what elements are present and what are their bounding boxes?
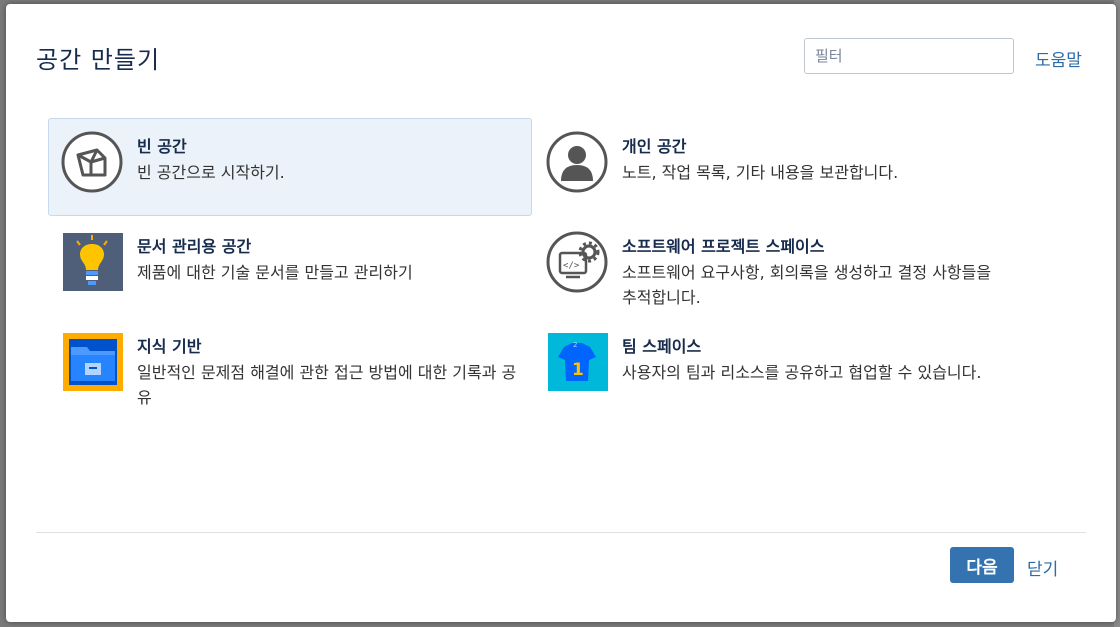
space-option-personal[interactable]: 개인 공간 노트, 작업 목록, 기타 내용을 보관합니다. (533, 118, 1017, 216)
footer-divider (36, 532, 1086, 533)
space-option-desc: 제품에 대한 기술 문서를 만들고 관리하기 (137, 263, 413, 282)
space-option-desc: 빈 공간으로 시작하기. (137, 163, 285, 182)
knowledge-base-icon (61, 331, 123, 393)
help-link[interactable]: 도움말 (1035, 46, 1082, 71)
team-space-icon: 1 2 (546, 331, 608, 393)
dialog-title: 공간 만들기 (36, 46, 161, 74)
personal-space-icon (546, 131, 608, 193)
space-option-desc: 노트, 작업 목록, 기타 내용을 보관합니다. (622, 163, 899, 182)
space-option-team[interactable]: 1 2 팀 스페이스 사용자의 팀과 리소스를 공유하고 협업할 수 있습니다. (533, 318, 1017, 416)
space-option-name: 소프트웨어 프로젝트 스페이스 (622, 237, 825, 256)
svg-text:</>: </> (563, 261, 580, 271)
space-option-name: 팀 스페이스 (622, 337, 702, 356)
space-option-name: 지식 기반 (137, 337, 202, 356)
close-link[interactable]: 닫기 (1027, 555, 1058, 580)
space-option-name: 문서 관리용 공간 (137, 237, 252, 256)
space-option-name: 빈 공간 (137, 137, 187, 156)
space-option-name: 개인 공간 (622, 137, 687, 156)
space-option-knowledge-base[interactable]: 지식 기반 일반적인 문제점 해결에 관한 접근 방법에 대한 기록과 공유 (48, 318, 532, 416)
space-option-documentation[interactable]: 문서 관리용 공간 제품에 대한 기술 문서를 만들고 관리하기 (48, 218, 532, 316)
lightbulb-icon (61, 231, 123, 293)
space-option-blank[interactable]: 빈 공간 빈 공간으로 시작하기. (48, 118, 532, 216)
software-project-icon: </> (546, 231, 608, 293)
space-option-desc: 일반적인 문제점 해결에 관한 접근 방법에 대한 기록과 공유 (137, 363, 517, 407)
create-space-dialog: 공간 만들기 도움말 빈 공간 빈 공간으로 시작하기. 개인 공간 (6, 4, 1116, 622)
svg-text:2: 2 (573, 341, 577, 349)
filter-input[interactable] (804, 38, 1014, 74)
space-option-desc: 사용자의 팀과 리소스를 공유하고 협업할 수 있습니다. (622, 363, 982, 382)
svg-text:1: 1 (572, 360, 584, 380)
next-button[interactable]: 다음 (950, 547, 1014, 583)
blank-space-icon (61, 131, 123, 193)
space-option-desc: 소프트웨어 요구사항, 회의록을 생성하고 결정 사항들을 추적합니다. (622, 263, 992, 307)
space-option-software-project[interactable]: </> 소프트웨어 프로젝트 스페이스 소프트웨어 요구사항, 회의록을 생성하… (533, 218, 1017, 316)
